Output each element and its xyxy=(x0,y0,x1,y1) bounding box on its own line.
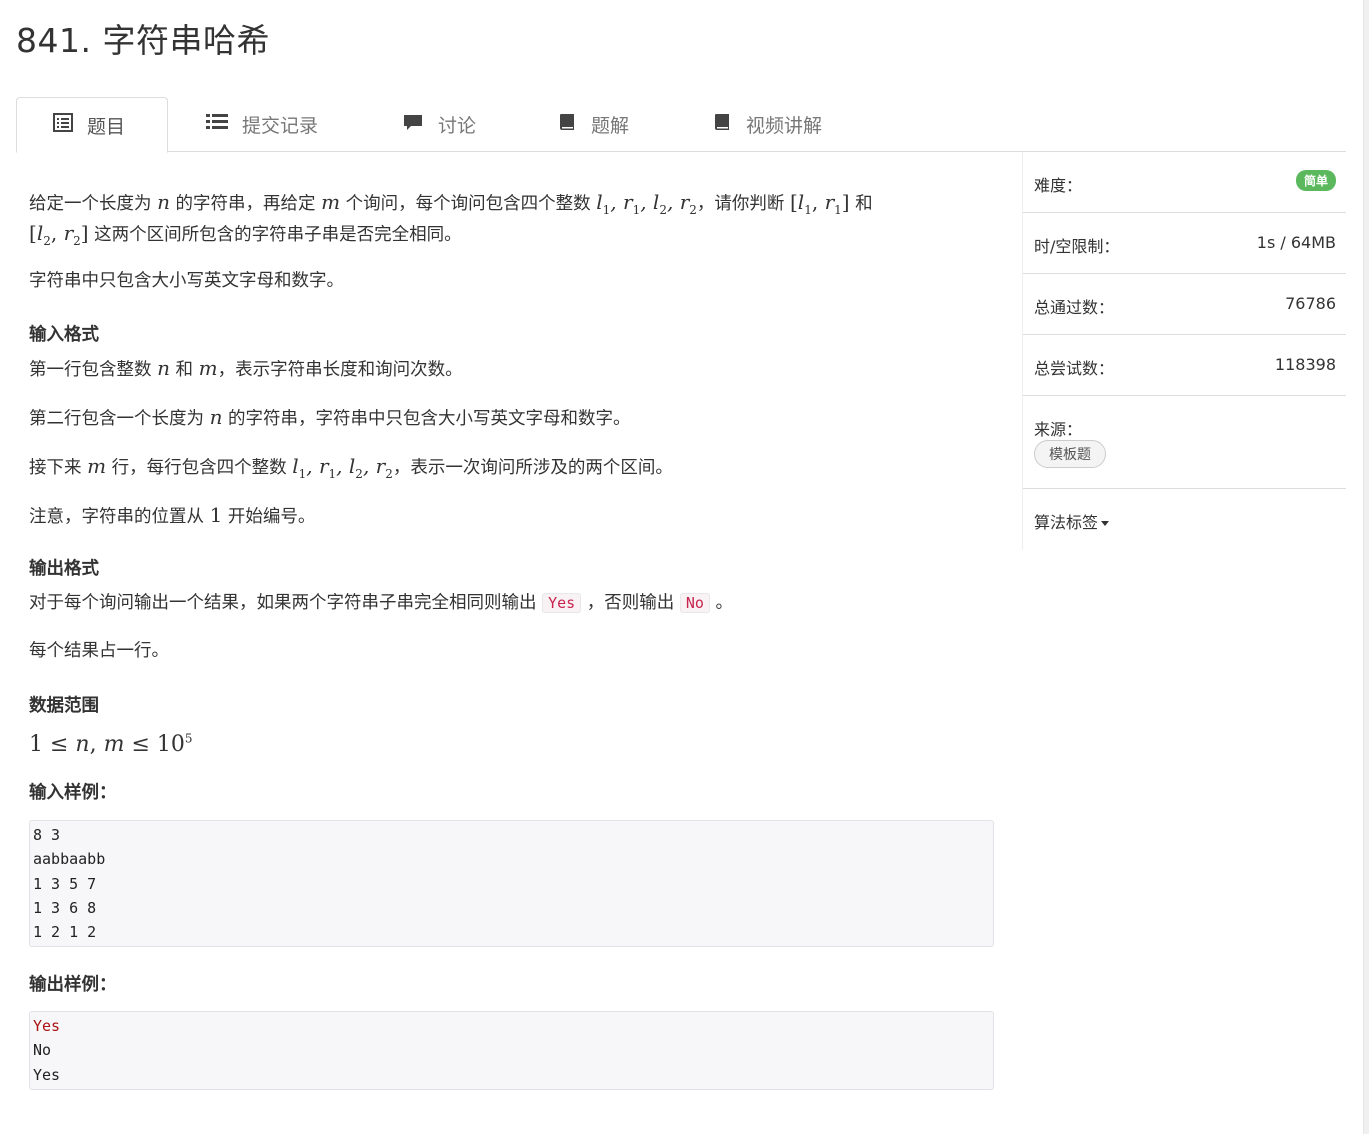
page-title: 841. 字符串哈希 xyxy=(16,21,270,60)
inline-code-yes: Yes xyxy=(542,593,582,613)
source-label: 来源： xyxy=(1034,420,1083,439)
difficulty-row: 难度： 简单 xyxy=(1023,152,1346,213)
tab-discussion[interactable]: 讨论 xyxy=(402,97,476,152)
page-scrollbar[interactable] xyxy=(1363,0,1369,1134)
limit-row: 时/空限制： 1s / 64MB xyxy=(1023,213,1346,274)
code-line: No xyxy=(33,1041,52,1060)
book-icon xyxy=(557,112,577,137)
tried-row: 总尝试数： 118398 xyxy=(1023,335,1346,396)
description-charset: 字符串中只包含大小写英文字母和数字。 xyxy=(29,271,344,291)
code-line: Yes xyxy=(33,1065,61,1084)
code-line: 1 3 5 7 xyxy=(33,874,97,893)
tab-solutions[interactable]: 题解 xyxy=(557,97,629,152)
source-row: 来源： 模板题 xyxy=(1023,396,1346,489)
passed-row: 总通过数： 76786 xyxy=(1023,274,1346,335)
limit-label: 时/空限制： xyxy=(1034,237,1120,256)
tab-submissions[interactable]: 提交记录 xyxy=(206,97,318,152)
data-range-heading: 数据范围 xyxy=(29,696,99,716)
difficulty-label: 难度： xyxy=(1034,176,1083,195)
description-paragraph-cont: [l2, r2] 这两个区间所包含的字符串子串是否完全相同。 xyxy=(29,221,462,248)
input-format-line: 第二行包含一个长度为 n 的字符串，字符串中只包含大小写英文字母和数字。 xyxy=(29,405,631,429)
output-format-line: 对于每个询问输出一个结果，如果两个字符串子串完全相同则输出 Yes ，否则输出 … xyxy=(29,593,733,613)
input-format-line: 接下来 m 行，每行包含四个整数 l1, r1, l2, r2，表示一次询问所涉… xyxy=(29,454,673,481)
data-range-formula: 1 ≤ n, m ≤ 105 xyxy=(29,732,193,758)
input-format-heading: 输入格式 xyxy=(29,325,99,345)
tab-video[interactable]: 视频讲解 xyxy=(712,97,822,152)
sample-output-block[interactable]: Yes No Yes xyxy=(29,1011,994,1090)
list-alt-icon xyxy=(53,113,73,137)
sample-input-block[interactable]: 8 3 aabbaabb 1 3 5 7 1 3 6 8 1 2 1 2 xyxy=(29,820,994,948)
input-format-line: 注意，字符串的位置从 1 开始编号。 xyxy=(29,503,316,527)
source-tag[interactable]: 模板题 xyxy=(1034,440,1106,468)
passed-label: 总通过数： xyxy=(1034,298,1115,317)
list-icon xyxy=(206,113,228,136)
code-line: aabbaabb xyxy=(33,850,106,869)
problem-tabs: 题目 提交记录 讨论 题解 视频讲解 xyxy=(16,97,1346,153)
tried-label: 总尝试数： xyxy=(1034,359,1115,378)
tab-label: 题目 xyxy=(87,115,126,138)
tab-label: 提交记录 xyxy=(242,115,319,137)
tab-problem[interactable]: 题目 xyxy=(16,97,168,153)
tried-value: 118398 xyxy=(1274,355,1336,374)
code-line: 1 3 6 8 xyxy=(33,898,97,917)
caret-down-icon xyxy=(1101,521,1110,526)
input-format-line: 第一行包含整数 n 和 m，表示字符串长度和询问次数。 xyxy=(29,356,463,380)
tab-label: 视频讲解 xyxy=(746,115,823,137)
tab-label: 题解 xyxy=(591,115,630,137)
code-line: Yes xyxy=(33,1017,61,1035)
book-icon xyxy=(712,112,732,137)
tab-label: 讨论 xyxy=(438,115,477,137)
code-line: 8 3 xyxy=(33,826,61,844)
sample-output-heading: 输出样例： xyxy=(29,975,117,995)
algo-tags-toggle[interactable]: 算法标签 xyxy=(1034,509,1110,533)
comment-icon xyxy=(402,112,424,137)
difficulty-badge: 简单 xyxy=(1295,170,1336,191)
output-format-heading: 输出格式 xyxy=(29,559,99,579)
limit-value: 1s / 64MB xyxy=(1256,233,1336,252)
inline-code-no: No xyxy=(679,593,710,613)
code-line: 1 2 1 2 xyxy=(33,923,97,942)
problem-sidebar: 难度： 简单 时/空限制： 1s / 64MB 总通过数： 76786 总尝试数… xyxy=(1022,152,1346,550)
passed-value: 76786 xyxy=(1285,294,1336,313)
algo-tags-row[interactable]: 算法标签 xyxy=(1023,489,1346,550)
output-format-line: 每个结果占一行。 xyxy=(29,641,169,661)
sample-input-heading: 输入样例： xyxy=(29,783,117,803)
